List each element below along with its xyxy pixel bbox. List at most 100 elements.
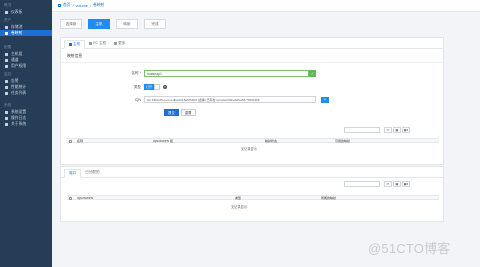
columns-button[interactable]: ▦ (393, 127, 401, 133)
sidebar-group-title: 系统 (4, 103, 12, 107)
breadcrumb-item-current: 卷映射 (92, 3, 105, 7)
dashboard-icon (5, 10, 8, 14)
name-input[interactable]: hostmap1 (144, 70, 309, 77)
list-icon (5, 91, 8, 95)
form-actions: 提交 重置 (164, 109, 198, 116)
iqn-input[interactable]: iqn.1994-05.com.redhat:fe16a57b8c0 (选择) … (144, 96, 316, 103)
panel-tabs: 主机 FC 主机 更多 (61, 38, 443, 49)
fc-icon (89, 42, 92, 45)
sidebar-group-overview: 概况 仪表板 (0, 0, 52, 15)
select-all-checkbox[interactable] (69, 197, 72, 200)
sidebar-item-label: 卷映射 (11, 30, 23, 35)
table-search-input[interactable] (344, 127, 380, 133)
iqn-label: IQN (134, 97, 141, 102)
table-toolbar: ⟳ ▦ ▦▾ (344, 127, 410, 133)
ports-panel: 端口 已分配的 ⟳ ▦ ▦▾ IQN/WWPN 类型 所属的映射 无记录显示 (60, 166, 444, 222)
column-header[interactable]: IQN/WWPN 组 (153, 139, 173, 143)
column-header[interactable]: IQN/WWPN (77, 196, 93, 200)
divider (61, 62, 443, 63)
submit-button[interactable]: 提交 (164, 109, 179, 116)
tab-label: FC 主机 (93, 41, 107, 45)
tab-fc-host[interactable]: FC 主机 (85, 39, 110, 48)
empty-table-message: 无记录显示 (231, 205, 247, 209)
section-title: 映射信息 (67, 54, 83, 58)
breadcrumb-item-volume[interactable]: volume (76, 4, 88, 8)
type-toggle-on[interactable]: 打开 (144, 84, 154, 90)
tab-host[interactable]: 主机 (64, 40, 86, 49)
sidebar-item-label: 系统设置 (11, 109, 27, 114)
host-config-panel: 主机 FC 主机 更多 映射信息 名称 * hostmap1 ✓ 类型 打开 ?… (60, 37, 444, 165)
reset-button[interactable]: 重置 (180, 109, 196, 116)
table-search-input[interactable] (344, 181, 380, 187)
tab-label: 主机 (73, 42, 81, 46)
type-row: 类型 打开 ? (113, 84, 167, 90)
step-mapping[interactable]: 映射 (116, 19, 138, 29)
type-toggle-off[interactable] (154, 84, 160, 90)
table-header: 名称 IQN/WWPN 组 映射状态 可用的映射 (67, 138, 439, 143)
add-iqn-button[interactable]: + (321, 96, 329, 103)
sidebar-item-about[interactable]: 关于系统 (0, 121, 52, 127)
sidebar-item-label: 性能统计 (11, 84, 27, 89)
sidebar-item-label: 关于系统 (11, 121, 27, 126)
tab-ports[interactable]: 端口 (64, 169, 82, 178)
breadcrumb-separator: / (72, 3, 74, 8)
export-button[interactable]: ▦▾ (402, 127, 410, 133)
sidebar-group-title: 概况 (4, 3, 12, 7)
name-label: 名称 * (131, 71, 141, 75)
breadcrumb: 首页 / volume / 卷映射 (52, 0, 480, 12)
breadcrumb-item-home[interactable]: 首页 (63, 3, 71, 8)
bell-icon (5, 79, 8, 83)
sidebar-group-monitor: 监控 告警 性能统计 任务列表 (0, 69, 52, 96)
column-header[interactable]: 映射状态 (265, 139, 277, 143)
column-header[interactable]: 类型 (235, 196, 241, 200)
table-header: IQN/WWPN 类型 所属的映射 (67, 195, 439, 200)
sidebar-item-label: 用户权限 (11, 63, 27, 68)
panel-tabs: 端口 已分配的 (61, 167, 443, 178)
user-icon (5, 64, 8, 68)
column-header[interactable]: 可用的映射 (335, 139, 350, 143)
more-icon (114, 42, 117, 45)
tab-label: 更多 (118, 41, 126, 45)
tab-more[interactable]: 更多 (110, 39, 129, 48)
host-icon (69, 43, 72, 46)
sidebar-group-system: 系统 系统设置 操作日志 关于系统 (0, 100, 52, 127)
wizard-steps: 选择卷 主机 映射 完成 (60, 19, 172, 29)
sidebar-group-assets: 资产 存储池 卷映射 (0, 15, 52, 36)
sidebar-item-label: 仪表板 (11, 9, 23, 14)
sidebar-group-title: 资产 (4, 18, 12, 22)
export-button[interactable]: ▦▾ (402, 181, 410, 187)
info-icon (5, 122, 8, 126)
sidebar: 概况 仪表板 资产 存储池 卷映射 配置 主机组 通道 用户权限 监控 告警 性… (0, 0, 52, 267)
check-icon: ✓ (309, 70, 316, 77)
sidebar-item-label: 任务列表 (11, 90, 27, 95)
step-finish[interactable]: 完成 (144, 19, 166, 29)
map-icon (5, 31, 8, 35)
columns-button[interactable]: ▦ (393, 181, 401, 187)
step-host[interactable]: 主机 (88, 19, 110, 29)
network-icon (5, 58, 8, 62)
empty-table-message: 无记录显示 (241, 147, 257, 151)
tab-assigned[interactable]: 已分配的 (81, 168, 103, 177)
type-label: 类型 (133, 84, 141, 89)
column-header[interactable]: 名称 (77, 139, 83, 143)
chart-icon (5, 85, 8, 89)
refresh-button[interactable]: ⟳ (384, 181, 392, 187)
help-icon[interactable]: ? (163, 85, 167, 89)
sidebar-item-label: 存储池 (11, 24, 23, 29)
sidebar-item-label: 告警 (11, 78, 19, 83)
file-icon (5, 116, 8, 120)
step-select-volume[interactable]: 选择卷 (60, 19, 82, 29)
server-icon (5, 52, 8, 56)
database-icon (5, 25, 8, 29)
sidebar-item-label: 操作日志 (11, 115, 27, 120)
column-header[interactable]: 所属的映射 (321, 196, 336, 200)
home-icon[interactable] (58, 4, 61, 7)
sidebar-item-label: 主机组 (11, 51, 23, 56)
sidebar-group-title: 配置 (4, 45, 12, 49)
breadcrumb-separator: / (89, 3, 91, 8)
name-row: 名称 * hostmap1 ✓ (113, 70, 316, 77)
refresh-button[interactable]: ⟳ (384, 127, 392, 133)
select-all-checkbox[interactable] (69, 140, 72, 143)
table-toolbar: ⟳ ▦ ▦▾ (344, 181, 410, 187)
watermark: @51CTO博客 (368, 241, 451, 256)
